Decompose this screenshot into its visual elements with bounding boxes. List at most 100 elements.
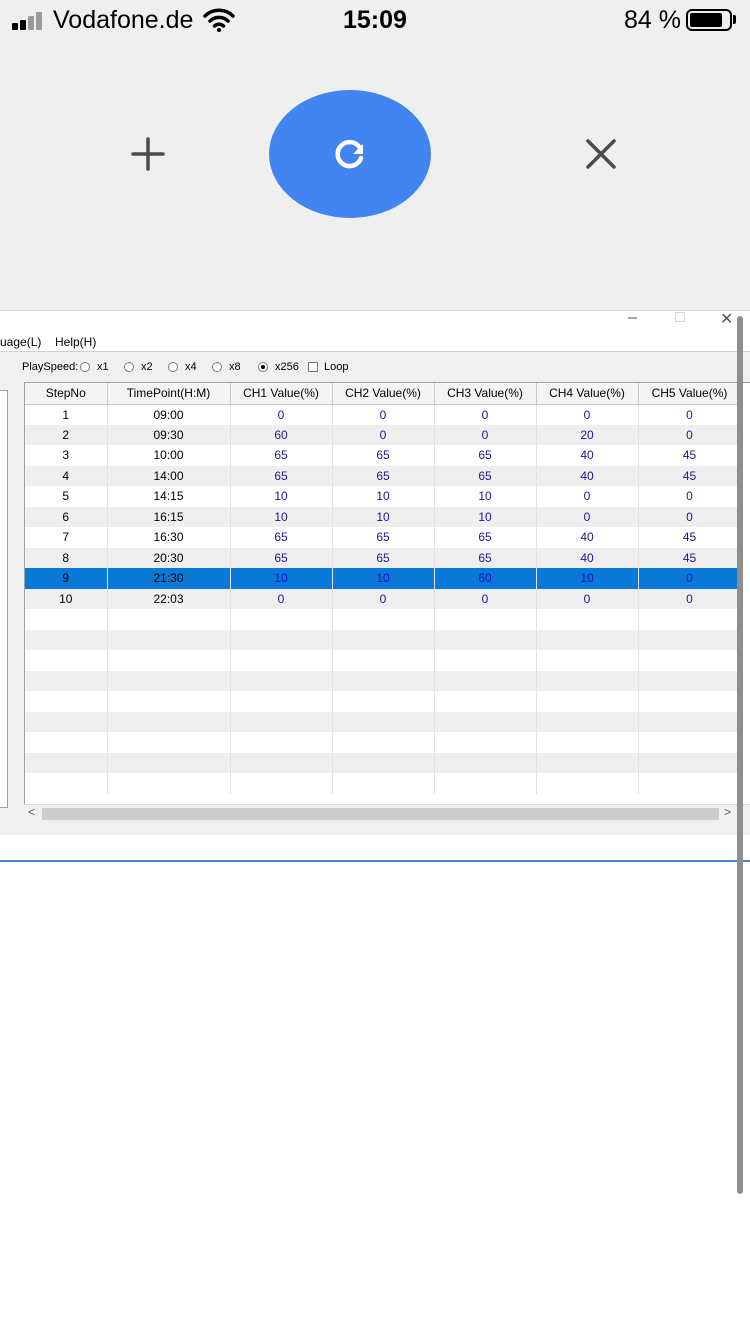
speed-radio-x8[interactable] bbox=[212, 362, 222, 372]
table-cell[interactable] bbox=[107, 629, 231, 650]
table-cell[interactable] bbox=[25, 609, 108, 630]
table-cell[interactable] bbox=[536, 773, 639, 794]
table-cell[interactable]: 21:30 bbox=[107, 568, 231, 589]
table-cell[interactable] bbox=[638, 732, 742, 753]
table-cell[interactable]: 1 bbox=[25, 404, 108, 425]
table-cell[interactable]: 60 bbox=[230, 424, 333, 445]
menu-language[interactable]: uage(L) bbox=[0, 335, 41, 349]
table-cell[interactable]: 10 bbox=[25, 588, 108, 609]
table-cell[interactable] bbox=[536, 691, 639, 712]
empty-table-row[interactable] bbox=[25, 609, 742, 630]
table-cell[interactable]: 0 bbox=[536, 588, 639, 609]
table-cell[interactable] bbox=[230, 670, 333, 691]
speed-radio-x256[interactable] bbox=[258, 362, 268, 372]
table-cell[interactable] bbox=[230, 609, 333, 630]
table-cell[interactable]: 0 bbox=[536, 506, 639, 527]
table-cell[interactable]: 65 bbox=[230, 527, 333, 548]
table-cell[interactable] bbox=[25, 629, 108, 650]
table-cell[interactable] bbox=[434, 650, 537, 671]
column-header[interactable]: CH3 Value(%) bbox=[434, 383, 537, 405]
column-header[interactable]: CH4 Value(%) bbox=[536, 383, 639, 405]
table-cell[interactable] bbox=[25, 732, 108, 753]
table-cell[interactable] bbox=[25, 711, 108, 732]
page-scrollbar[interactable] bbox=[737, 316, 743, 1194]
table-cell[interactable]: 10 bbox=[536, 568, 639, 589]
table-cell[interactable]: 0 bbox=[230, 588, 333, 609]
table-row[interactable]: 1 09:00 0 0 0 0 0 bbox=[25, 404, 742, 425]
table-cell[interactable] bbox=[25, 650, 108, 671]
table-cell[interactable] bbox=[638, 752, 742, 773]
table-row[interactable]: 7 16:30 65 65 65 40 45 bbox=[25, 527, 742, 548]
table-cell[interactable]: 3 bbox=[25, 445, 108, 466]
table-cell[interactable] bbox=[230, 773, 333, 794]
table-cell[interactable] bbox=[332, 670, 435, 691]
table-cell[interactable] bbox=[434, 711, 537, 732]
speed-radio-x1[interactable] bbox=[80, 362, 90, 372]
table-cell[interactable]: 0 bbox=[434, 404, 537, 425]
table-cell[interactable] bbox=[107, 691, 231, 712]
table-cell[interactable] bbox=[434, 752, 537, 773]
menu-help[interactable]: Help(H) bbox=[55, 335, 96, 349]
table-cell[interactable]: 40 bbox=[536, 465, 639, 486]
table-cell[interactable] bbox=[434, 629, 537, 650]
table-cell[interactable] bbox=[434, 773, 537, 794]
table-cell[interactable] bbox=[107, 732, 231, 753]
table-cell[interactable]: 0 bbox=[638, 404, 742, 425]
table-cell[interactable]: 10 bbox=[332, 506, 435, 527]
table-cell[interactable]: 65 bbox=[230, 465, 333, 486]
table-cell[interactable]: 6 bbox=[25, 506, 108, 527]
table-cell[interactable] bbox=[332, 711, 435, 732]
table-cell[interactable] bbox=[107, 670, 231, 691]
table-cell[interactable]: 0 bbox=[332, 424, 435, 445]
table-cell[interactable]: 10:00 bbox=[107, 445, 231, 466]
table-cell[interactable] bbox=[536, 732, 639, 753]
empty-table-row[interactable] bbox=[25, 752, 742, 773]
table-cell[interactable]: 10 bbox=[434, 506, 537, 527]
table-cell[interactable]: 09:30 bbox=[107, 424, 231, 445]
table-cell[interactable]: 65 bbox=[332, 445, 435, 466]
table-cell[interactable]: 45 bbox=[638, 445, 742, 466]
speed-radio-x4[interactable] bbox=[168, 362, 178, 372]
table-cell[interactable]: 16:15 bbox=[107, 506, 231, 527]
table-cell[interactable] bbox=[332, 752, 435, 773]
column-header[interactable]: CH5 Value(%) bbox=[638, 383, 742, 405]
table-cell[interactable]: 9 bbox=[25, 568, 108, 589]
table-cell[interactable] bbox=[332, 773, 435, 794]
table-cell[interactable] bbox=[230, 732, 333, 753]
table-cell[interactable] bbox=[25, 670, 108, 691]
table-cell[interactable] bbox=[638, 629, 742, 650]
table-cell[interactable]: 0 bbox=[332, 588, 435, 609]
table-cell[interactable]: 0 bbox=[638, 506, 742, 527]
scroll-thumb[interactable] bbox=[42, 808, 719, 820]
table-cell[interactable]: 45 bbox=[638, 547, 742, 568]
table-cell[interactable]: 0 bbox=[638, 424, 742, 445]
table-cell[interactable]: 20 bbox=[536, 424, 639, 445]
table-cell[interactable] bbox=[230, 650, 333, 671]
table-cell[interactable] bbox=[332, 609, 435, 630]
table-cell[interactable] bbox=[536, 629, 639, 650]
table-cell[interactable] bbox=[107, 711, 231, 732]
table-cell[interactable]: 10 bbox=[332, 568, 435, 589]
empty-table-row[interactable] bbox=[25, 691, 742, 712]
table-cell[interactable]: 65 bbox=[332, 547, 435, 568]
column-header[interactable]: CH2 Value(%) bbox=[332, 383, 435, 405]
table-row[interactable]: 2 09:30 60 0 0 20 0 bbox=[25, 424, 742, 445]
table-cell[interactable] bbox=[107, 650, 231, 671]
table-cell[interactable] bbox=[332, 629, 435, 650]
add-button[interactable] bbox=[118, 124, 178, 184]
table-cell[interactable]: 40 bbox=[536, 445, 639, 466]
table-cell[interactable]: 0 bbox=[638, 568, 742, 589]
table-cell[interactable]: 60 bbox=[434, 568, 537, 589]
empty-table-row[interactable] bbox=[25, 732, 742, 753]
empty-table-row[interactable] bbox=[25, 670, 742, 691]
table-cell[interactable]: 65 bbox=[230, 547, 333, 568]
table-cell[interactable] bbox=[638, 670, 742, 691]
table-cell[interactable]: 0 bbox=[638, 486, 742, 507]
table-cell[interactable] bbox=[107, 609, 231, 630]
table-row[interactable]: 8 20:30 65 65 65 40 45 bbox=[25, 547, 742, 568]
table-row[interactable]: 6 16:15 10 10 10 0 0 bbox=[25, 506, 742, 527]
table-cell[interactable]: 45 bbox=[638, 527, 742, 548]
table-cell[interactable] bbox=[25, 691, 108, 712]
table-cell[interactable]: 0 bbox=[230, 404, 333, 425]
table-cell[interactable]: 65 bbox=[434, 527, 537, 548]
